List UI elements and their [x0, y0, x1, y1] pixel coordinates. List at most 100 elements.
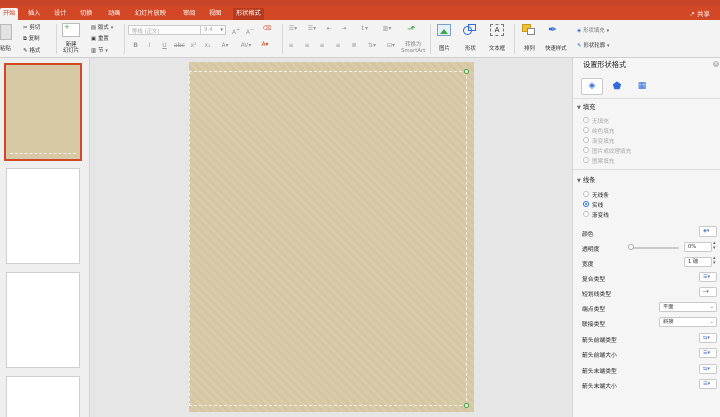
text-effects-icon[interactable]: A▾ — [218, 42, 232, 50]
shape-fill-button[interactable]: ◈ 形状填充 ▾ — [577, 26, 609, 34]
copy-button[interactable]: ⧉ 复制 — [23, 34, 40, 43]
format-painter-button[interactable]: ✎ 格式 — [23, 46, 40, 54]
shape-front-icon — [527, 28, 535, 35]
line-option-label: 实线 — [592, 203, 604, 209]
textbox-icon[interactable]: A — [490, 24, 504, 36]
cap-type-select[interactable]: 平面 ⌄ — [659, 302, 717, 312]
stepper-icon[interactable]: ▴ ▾ — [713, 241, 716, 251]
grow-font-icon[interactable]: A+ — [230, 26, 242, 37]
layout-button[interactable]: ▤ 版式 ▾ — [91, 23, 113, 31]
fill-option-radio[interactable] — [583, 127, 589, 133]
new-slide-label: 新建 幻灯片 — [63, 42, 80, 54]
close-icon[interactable]: × — [713, 61, 719, 67]
tab-shape-format[interactable]: 形状格式 — [233, 8, 264, 20]
bold-icon[interactable]: B — [131, 42, 140, 50]
underline-icon[interactable]: U — [160, 42, 169, 50]
italic-icon[interactable]: I — [145, 42, 154, 50]
slide-thumbnail[interactable] — [6, 168, 80, 264]
transparency-slider-track[interactable] — [631, 247, 679, 249]
distributed-icon[interactable]: ≣ — [349, 42, 359, 50]
font-size-field[interactable]: 9.4 ▾ — [200, 25, 226, 35]
increase-indent-icon[interactable]: ⇥ — [339, 25, 349, 33]
quick-styles-icon[interactable]: ✒ — [548, 23, 564, 37]
bullets-icon[interactable]: ☰▾ — [286, 25, 300, 33]
subscript-icon[interactable]: x₂ — [203, 42, 212, 50]
justify-icon[interactable]: ≡ — [333, 42, 343, 50]
character-spacing-icon[interactable]: AV▾ — [238, 42, 254, 50]
clear-format-icon[interactable]: ⌫ — [261, 25, 273, 33]
compound-type-button[interactable]: ☰▾ — [699, 272, 717, 282]
section-button[interactable]: ▥ 节 ▾ — [91, 46, 108, 54]
decrease-indent-icon[interactable]: ⇤ — [324, 25, 334, 33]
fill-option-radio[interactable] — [583, 117, 589, 123]
transparency-slider-thumb[interactable] — [628, 244, 634, 250]
size-properties-category-icon[interactable]: ▦ — [631, 78, 653, 95]
line-option-radio[interactable] — [583, 191, 589, 197]
effects-category-icon[interactable]: ⬟ — [606, 78, 628, 95]
fill-option-label: 渐变填充 — [592, 139, 615, 145]
shape-outline-button[interactable]: ✎ 形状轮廓 ▾ — [577, 41, 609, 49]
dash-type-button[interactable]: ┄▾ — [699, 287, 717, 297]
shrink-font-icon[interactable]: A− — [244, 26, 256, 37]
slide-thumbnail[interactable] — [4, 63, 82, 161]
line-option-radio-selected[interactable] — [583, 201, 589, 207]
reset-button[interactable]: ▣ 重置 — [91, 34, 109, 42]
tab-view[interactable]: 视图 — [206, 8, 224, 20]
line-section-header[interactable]: ▼ 线条 — [577, 175, 595, 184]
align-text-icon[interactable]: ⊟▾ — [385, 42, 397, 50]
align-left-icon[interactable]: ≡ — [286, 42, 296, 50]
smartart-icon[interactable]: ⬏ — [407, 24, 419, 36]
columns-icon[interactable]: ▥▾ — [380, 25, 394, 33]
arrange-icon[interactable] — [522, 24, 536, 36]
fill-section-header[interactable]: ▼ 填充 — [577, 102, 595, 111]
strikethrough-icon[interactable]: abc — [174, 42, 185, 50]
cut-button[interactable]: ✂ 剪切 — [23, 23, 40, 31]
tab-slideshow[interactable]: 幻灯片放映 — [132, 8, 169, 20]
tab-insert[interactable]: 插入 — [25, 8, 43, 20]
picture-icon[interactable] — [437, 24, 451, 36]
slide-thumbnail[interactable] — [6, 272, 80, 368]
resize-handle[interactable] — [464, 403, 469, 408]
fill-option-radio[interactable] — [583, 147, 589, 153]
selected-shape-outline[interactable] — [189, 71, 467, 406]
arrow-end-size-label: 箭头末端大小 — [582, 384, 617, 390]
fill-line-category-icon[interactable]: ◈ — [581, 78, 603, 95]
quick-styles-label: 快速样式 — [545, 46, 567, 52]
align-right-icon[interactable]: ≡ — [317, 42, 327, 50]
tab-animations[interactable]: 动画 — [105, 8, 123, 20]
fill-option-radio[interactable] — [583, 137, 589, 143]
color-picker-button[interactable]: ◈▾ — [699, 226, 717, 237]
line-option-radio[interactable] — [583, 211, 589, 217]
superscript-icon[interactable]: x² — [189, 42, 198, 50]
arrow-begin-size-label: 箭头前端大小 — [582, 353, 617, 359]
transparency-input[interactable]: 0% — [684, 242, 712, 252]
tab-home[interactable]: 开始 — [0, 8, 19, 20]
line-spacing-icon[interactable]: ↕▾ — [357, 25, 371, 33]
panel-title: 设置形状格式 — [583, 60, 627, 69]
resize-handle[interactable] — [464, 69, 469, 74]
align-center-icon[interactable]: ≡ — [302, 42, 312, 50]
arrow-begin-type-button[interactable]: ⇆▾ — [699, 333, 717, 343]
font-color-icon[interactable]: A▾ — [258, 41, 272, 49]
tab-design[interactable]: 设计 — [51, 8, 69, 20]
tab-transitions[interactable]: 切换 — [77, 8, 95, 20]
width-input[interactable]: 1 磅 — [684, 257, 712, 267]
numbering-icon[interactable]: ☰▾ — [305, 25, 319, 33]
convert-smartart-label: 转换为 SmartArt — [401, 42, 426, 54]
arrow-begin-size-button[interactable]: ☰▾ — [699, 348, 717, 358]
arrow-end-size-button[interactable]: ☰▾ — [699, 379, 717, 389]
fill-option-radio[interactable] — [583, 157, 589, 163]
paste-icon[interactable] — [0, 24, 12, 40]
shape-icon[interactable] — [463, 24, 477, 36]
ribbon-separator — [514, 24, 515, 54]
tab-review[interactable]: 审阅 — [180, 8, 198, 20]
chevron-down-icon: ▾ — [606, 28, 610, 34]
join-type-select[interactable]: 斜接 ⌄ — [659, 317, 717, 327]
slide-thumbnail[interactable] — [6, 376, 80, 417]
share-button[interactable]: ↗ 共享 — [689, 9, 710, 19]
text-direction-icon[interactable]: ⇅▾ — [365, 42, 379, 50]
stepper-icon[interactable]: ▴ ▾ — [713, 256, 716, 266]
new-slide-icon[interactable]: + — [62, 23, 80, 37]
arrow-end-type-button[interactable]: ⇆▾ — [699, 364, 717, 374]
line-option-label: 无线条 — [592, 193, 609, 199]
